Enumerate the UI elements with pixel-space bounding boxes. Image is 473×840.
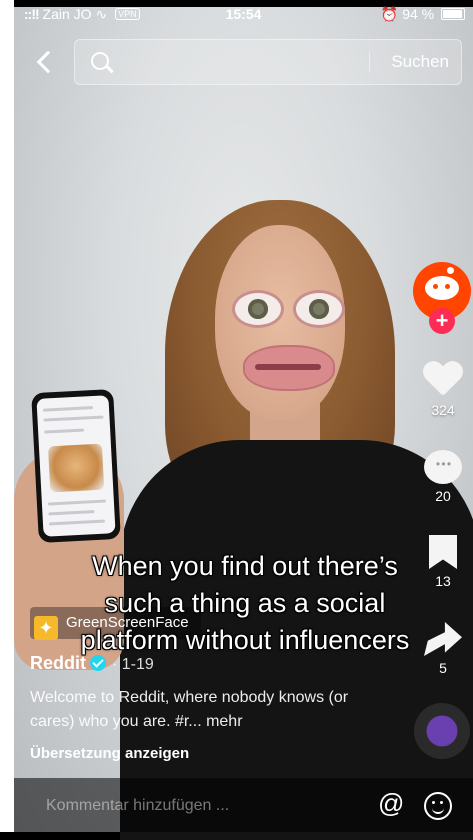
held-phone-dog-image <box>47 443 105 493</box>
battery-icon <box>441 8 465 20</box>
comment-icon[interactable] <box>424 450 462 484</box>
post-description[interactable]: Welcome to Reddit, where nobody knows (o… <box>30 686 380 734</box>
video-person-lips <box>243 345 335 391</box>
share-count: 5 <box>439 660 447 676</box>
at-icon[interactable]: @ <box>378 788 404 819</box>
held-phone-line <box>48 519 105 526</box>
held-phone-screen <box>36 395 116 537</box>
held-phone-line <box>47 499 106 506</box>
video-caption-overlay: When you find out there’s such a thing a… <box>80 551 410 655</box>
battery-percent: 94 % <box>402 6 435 22</box>
translate-link[interactable]: Übersetzung anzeigen <box>30 745 189 762</box>
video-person-eye-right <box>293 290 345 328</box>
author-name[interactable]: Reddit <box>30 653 86 673</box>
bookmark-icon[interactable] <box>429 535 457 569</box>
comment-action[interactable]: 20 <box>414 450 472 504</box>
post-date: · 1-19 <box>112 656 154 673</box>
alarm-icon: ⏰ <box>380 6 399 22</box>
battery-info: ⏰ 94 % <box>381 6 465 23</box>
left-edge <box>0 0 14 832</box>
music-disc-icon[interactable] <box>414 703 470 759</box>
like-count: 324 <box>431 402 455 418</box>
held-phone-line <box>42 406 94 412</box>
comment-count: 20 <box>435 488 451 504</box>
search-input[interactable] <box>119 40 373 86</box>
heart-icon[interactable] <box>423 362 463 398</box>
reddit-alien-icon <box>425 276 459 300</box>
held-phone-line <box>43 415 104 422</box>
search-bar[interactable]: Suchen <box>74 39 462 86</box>
effect-sparkle-icon: ✦ <box>34 616 58 640</box>
held-phone-line <box>44 428 85 434</box>
search-button[interactable]: Suchen <box>391 52 449 72</box>
back-chevron-icon[interactable] <box>30 46 58 76</box>
status-bar: ::!! Zain JO ∿ VPN 15:54 ⏰ 94 % <box>14 0 473 24</box>
search-divider <box>369 52 370 72</box>
post-author[interactable]: Reddit · 1-19 <box>30 653 154 674</box>
video-held-phone <box>31 388 121 544</box>
emoji-icon[interactable] <box>424 792 452 820</box>
held-phone-line <box>48 510 95 516</box>
video-person-eye-left <box>232 290 284 328</box>
comment-bar: @ <box>14 778 473 832</box>
comment-input[interactable] <box>44 792 348 820</box>
follow-plus-icon[interactable]: + <box>429 308 455 334</box>
like-action[interactable]: 324 <box>414 362 472 418</box>
search-icon <box>91 52 109 70</box>
reddit-alien-antenna <box>447 267 454 274</box>
verified-badge-icon <box>90 655 106 671</box>
